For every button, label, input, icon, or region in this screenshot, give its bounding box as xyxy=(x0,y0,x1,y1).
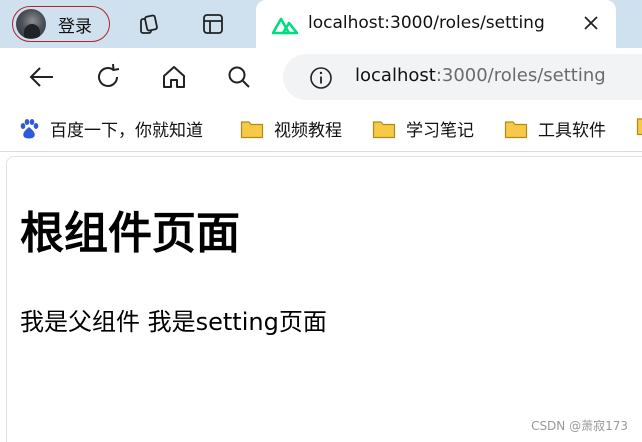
bookmark-folder-overflow[interactable] xyxy=(636,116,642,136)
folder-icon xyxy=(240,120,264,138)
refresh-icon[interactable] xyxy=(93,62,123,92)
page-paragraph: 我是父组件 我是setting页面 xyxy=(20,308,327,336)
paw-icon xyxy=(20,118,39,138)
bookmark-label: 百度一下，你就知道 xyxy=(50,121,203,141)
folder-icon xyxy=(504,120,528,138)
tab-title: localhost:3000/roles/setting xyxy=(308,13,545,33)
bookmark-label: 学习笔记 xyxy=(406,121,474,141)
profile-button[interactable]: 登录 xyxy=(12,6,110,42)
avatar xyxy=(16,9,46,39)
url-host: localhost xyxy=(355,65,436,86)
back-icon[interactable] xyxy=(27,62,57,92)
bookmark-baidu[interactable]: 百度一下，你就知道 xyxy=(18,116,203,141)
navigation-bar: localhost:3000/roles/setting xyxy=(0,48,642,106)
page-heading: 根组件页面 xyxy=(20,208,240,259)
folder-icon xyxy=(636,118,642,136)
profile-label: 登录 xyxy=(58,16,92,37)
tab-actions-icon[interactable] xyxy=(201,12,225,36)
home-icon[interactable] xyxy=(159,62,189,92)
bookmark-label: 视频教程 xyxy=(274,121,342,141)
bookmark-folder-video-tutorials[interactable]: 视频教程 xyxy=(240,116,342,141)
nuxt-favicon-icon xyxy=(272,17,298,35)
search-icon[interactable] xyxy=(224,62,254,92)
site-info-icon[interactable] xyxy=(309,66,333,90)
bookmark-label: 工具软件 xyxy=(538,121,606,141)
close-tab-icon[interactable] xyxy=(580,12,602,34)
bookmarks-bar: 百度一下，你就知道 视频教程 学习笔记 工具软件 xyxy=(0,106,642,152)
page-viewport: 根组件页面 我是父组件 我是setting页面 xyxy=(6,156,642,442)
address-bar[interactable]: localhost:3000/roles/setting xyxy=(283,54,642,100)
folder-icon xyxy=(372,120,396,138)
tab-bar: 登录 localhost:3000/roles/setting xyxy=(0,0,642,48)
watermark: CSDN @萧寂173 xyxy=(531,419,628,433)
workspaces-icon[interactable] xyxy=(138,12,162,36)
url-path: :3000/roles/setting xyxy=(435,65,606,86)
bookmark-folder-tools-software[interactable]: 工具软件 xyxy=(504,116,606,141)
url-text[interactable]: localhost:3000/roles/setting xyxy=(355,65,606,86)
bookmark-folder-study-notes[interactable]: 学习笔记 xyxy=(372,116,474,141)
